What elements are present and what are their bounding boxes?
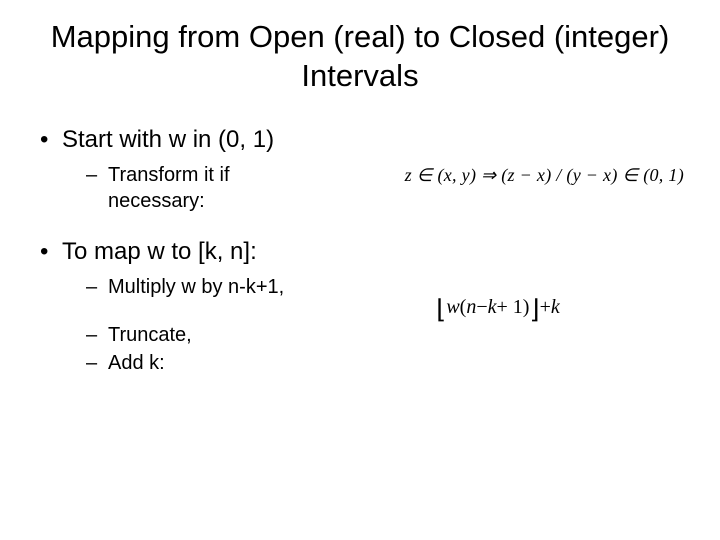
bullet-1-text: Start with w in (0, 1) <box>62 126 274 153</box>
bullet-2-sub-3-text: Add k: <box>108 352 165 374</box>
bullet-2-sub-1: Multiply w by n-k+1, ⌊w(n − k + 1)⌋ + k <box>62 274 684 320</box>
bullet-1-sublist: Transform it if necessary: z ∈ (x, y) ⇒ … <box>62 162 684 214</box>
bullet-1-sub-1: Transform it if necessary: z ∈ (x, y) ⇒ … <box>62 162 684 214</box>
formula-transform: z ∈ (x, y) ⇒ (z − x) / (y − x) ∈ (0, 1) <box>405 164 684 187</box>
bullet-1-sub-1-text: Transform it if necessary: <box>108 162 299 214</box>
bullet-2: To map w to [k, n]: Multiply w by n-k+1,… <box>36 236 684 376</box>
bullet-list: Start with w in (0, 1) Transform it if n… <box>36 124 684 377</box>
bullet-2-sub-2: Truncate, <box>62 322 684 348</box>
bullet-2-sub-2-text: Truncate, <box>108 324 192 346</box>
bullet-2-sublist: Multiply w by n-k+1, ⌊w(n − k + 1)⌋ + k … <box>62 274 684 376</box>
bullet-2-sub-3: Add k: <box>62 350 684 376</box>
bullet-1: Start with w in (0, 1) Transform it if n… <box>36 124 684 214</box>
slide-title: Mapping from Open (real) to Closed (inte… <box>36 18 684 96</box>
bullet-2-text: To map w to [k, n]: <box>62 238 257 265</box>
bullet-2-sub-1-text: Multiply w by n-k+1, <box>108 274 284 300</box>
slide: Mapping from Open (real) to Closed (inte… <box>0 0 720 540</box>
formula-floor: ⌊w(n − k + 1)⌋ + k <box>436 294 560 320</box>
